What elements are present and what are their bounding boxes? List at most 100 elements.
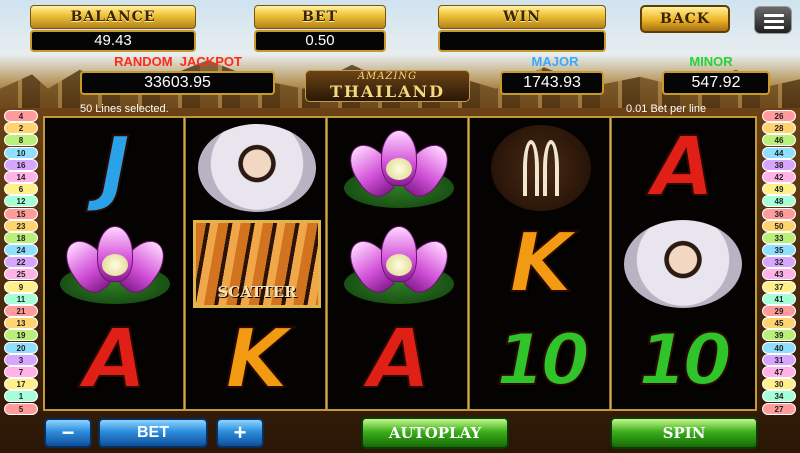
- payline-marker: 17: [4, 378, 38, 391]
- tiger-scatter-symbol: SCATTER: [193, 220, 321, 308]
- payline-marker: 20: [4, 341, 38, 354]
- payline-marker: 31: [762, 353, 796, 366]
- payline-marker: 8: [4, 134, 38, 147]
- payline-marker: 26: [762, 110, 796, 122]
- reel-cell: [331, 216, 467, 312]
- payline-marker: 40: [762, 341, 796, 354]
- reel-cell: [615, 216, 751, 312]
- thai-lady-symbol: [198, 124, 316, 212]
- payline-marker: 47: [762, 365, 796, 378]
- reel-board: J A SCATTER K A K 10 A 10: [43, 116, 757, 411]
- payline-marker: 22: [4, 256, 38, 269]
- payline-marker: 9: [4, 280, 38, 293]
- back-button[interactable]: BACK: [640, 5, 730, 33]
- payline-marker: 49: [762, 183, 796, 196]
- payline-marker: 50: [762, 219, 796, 232]
- lotus-symbol: [341, 128, 457, 208]
- random-jackpot-value: 33603.95: [80, 71, 275, 95]
- balance-label: BALANCE: [30, 5, 196, 29]
- reel-cell: [473, 120, 609, 216]
- win-label: WIN: [438, 5, 606, 29]
- reel-cell: 10: [473, 312, 609, 408]
- payline-marker: 42: [762, 170, 796, 183]
- thai-lady-symbol: [624, 220, 742, 308]
- payline-marker: 36: [762, 207, 796, 220]
- payline-marker: 29: [762, 305, 796, 317]
- payline-marker: 15: [4, 207, 38, 220]
- reel-cell: A: [47, 312, 183, 408]
- reel-cell: [331, 120, 467, 216]
- payline-marker: 7: [4, 365, 38, 378]
- payline-marker: 13: [4, 317, 38, 330]
- payline-marker: 6: [4, 183, 38, 196]
- payline-marker: 16: [4, 158, 38, 171]
- payline-marker: 30: [762, 378, 796, 391]
- bet-button[interactable]: BET: [98, 418, 208, 448]
- lotus-symbol: [341, 224, 457, 304]
- right-payline-markers: 26 28 46 44 38 42 49 48 36 50 33 35 32 43 37 41 29 45 39 40…: [762, 110, 796, 415]
- lotus-symbol: [57, 224, 173, 304]
- autoplay-button[interactable]: AUTOPLAY: [361, 417, 509, 449]
- payline-marker: 37: [762, 280, 796, 293]
- lines-selected-text: 50 Lines selected.: [80, 103, 169, 115]
- payline-marker: 38: [762, 158, 796, 171]
- random-jackpot-label: RANDOM JACKPOT: [114, 54, 242, 69]
- symbol-a: A: [82, 312, 147, 407]
- payline-marker: 23: [4, 219, 38, 232]
- reel-cell: SCATTER: [189, 216, 325, 312]
- payline-marker: 1: [4, 390, 38, 403]
- reel-cell: A: [331, 312, 467, 408]
- payline-marker: 4: [4, 110, 38, 122]
- elephant-tusks-symbol: [491, 125, 591, 211]
- reel-cell: J: [47, 120, 183, 216]
- payline-marker: 41: [762, 292, 796, 305]
- symbol-10: 10: [637, 319, 732, 401]
- payline-marker: 46: [762, 134, 796, 147]
- symbol-k: K: [224, 312, 290, 407]
- symbol-k: K: [508, 216, 574, 311]
- spin-button[interactable]: SPIN: [610, 417, 758, 449]
- payline-marker: 43: [762, 268, 796, 281]
- left-payline-markers: 4 2 8 10 16 14 6 12 15 23 18 24 22 25 9 11 21 13 19 20 3 7 17 1…: [4, 110, 38, 415]
- minor-label: MINOR: [689, 54, 733, 69]
- payline-marker: 5: [4, 402, 38, 415]
- payline-marker: 25: [4, 268, 38, 281]
- bet-value: 0.50: [254, 30, 386, 52]
- bet-per-line-text: 0.01 Bet per line: [626, 103, 707, 115]
- reel-cell: [189, 120, 325, 216]
- major-value: 1743.93: [500, 71, 604, 95]
- payline-marker: 34: [762, 390, 796, 403]
- win-value: [438, 30, 606, 52]
- bet-label: BET: [254, 5, 386, 29]
- increase-bet-button[interactable]: +: [216, 418, 264, 448]
- payline-marker: 12: [4, 195, 38, 208]
- payline-marker: 39: [762, 329, 796, 342]
- reel-cell: [47, 216, 183, 312]
- balance-value: 49.43: [30, 30, 196, 52]
- symbol-j: J: [99, 120, 131, 215]
- payline-marker: 10: [4, 146, 38, 159]
- payline-marker: 19: [4, 329, 38, 342]
- symbol-a: A: [650, 120, 715, 215]
- payline-marker: 35: [762, 244, 796, 257]
- symbol-a: A: [366, 312, 431, 407]
- payline-marker: 48: [762, 195, 796, 208]
- payline-marker: 45: [762, 317, 796, 330]
- decrease-bet-button[interactable]: −: [44, 418, 92, 448]
- symbol-10: 10: [495, 319, 590, 401]
- payline-marker: 32: [762, 256, 796, 269]
- payline-marker: 18: [4, 231, 38, 244]
- major-label: MAJOR: [531, 54, 579, 69]
- payline-marker: 14: [4, 170, 38, 183]
- reel-cell: A: [615, 120, 751, 216]
- payline-marker: 44: [762, 146, 796, 159]
- reel-cell: 10: [615, 312, 751, 408]
- hamburger-menu-icon[interactable]: [754, 6, 792, 34]
- payline-marker: 21: [4, 305, 38, 317]
- reel-cell: K: [473, 216, 609, 312]
- game-logo: AMAZING THAILAND: [305, 70, 470, 102]
- scatter-label: SCATTER: [217, 283, 297, 301]
- payline-marker: 27: [762, 402, 796, 415]
- reel-cell: K: [189, 312, 325, 408]
- payline-marker: 33: [762, 231, 796, 244]
